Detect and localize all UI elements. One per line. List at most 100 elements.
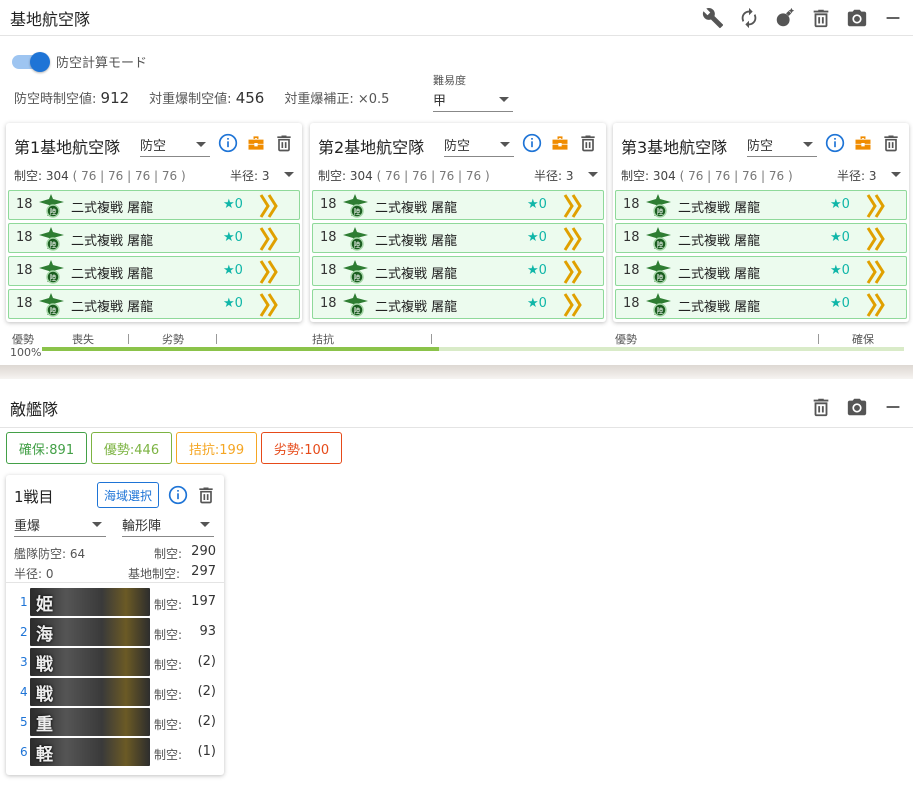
proficiency-icon bbox=[259, 260, 278, 284]
proficiency-icon bbox=[563, 227, 582, 251]
camera-icon[interactable] bbox=[845, 6, 869, 30]
formation-type-select[interactable]: 重爆 bbox=[14, 513, 106, 537]
info-icon[interactable] bbox=[168, 485, 188, 505]
plane-name: 二式複戦 屠龍 bbox=[71, 234, 154, 249]
formation-select[interactable]: 輪形陣 bbox=[122, 513, 214, 537]
base-radius[interactable]: 半径: 3 bbox=[534, 167, 574, 184]
plane-slot[interactable]: 18 陸 二式複戦 屠龍 ★0 bbox=[312, 256, 604, 286]
base-mode-value: 防空 bbox=[444, 139, 471, 154]
gauge-status: 優勢 bbox=[12, 333, 34, 346]
base-radius[interactable]: 半径: 3 bbox=[230, 167, 270, 184]
ship-air-label: 制空: bbox=[154, 598, 183, 612]
air-threshold-chip: 劣勢:100 bbox=[261, 432, 342, 464]
plane-slot[interactable]: 18 陸 二式複戦 屠龍 ★0 bbox=[8, 256, 300, 286]
chevron-down-icon[interactable] bbox=[588, 172, 598, 177]
base-name: 第2基地航空隊 bbox=[318, 138, 425, 157]
difficulty-dropdown[interactable]: 甲 bbox=[433, 88, 513, 112]
base-mode-select[interactable]: 防空 bbox=[444, 133, 514, 157]
plane-icon: 陸 bbox=[646, 293, 671, 317]
ship-air-value: 197 bbox=[191, 594, 216, 609]
toolbox-icon[interactable] bbox=[246, 133, 266, 153]
zone-supremacy: 確保 bbox=[852, 333, 874, 346]
trash-icon[interactable] bbox=[809, 6, 833, 30]
chevron-down-icon[interactable] bbox=[891, 172, 901, 177]
minimize-icon[interactable] bbox=[881, 395, 905, 419]
plane-slot[interactable]: 18 陸 二式複戦 屠龍 ★0 bbox=[615, 190, 907, 220]
trash-icon[interactable] bbox=[881, 133, 901, 153]
trash-icon[interactable] bbox=[578, 133, 598, 153]
base-radius[interactable]: 半径: 3 bbox=[837, 167, 877, 184]
base-air-power: 制空: 304 bbox=[621, 169, 676, 183]
bomb-icon[interactable] bbox=[773, 6, 797, 30]
plane-slot[interactable]: 18 陸 二式複戦 屠龍 ★0 bbox=[312, 223, 604, 253]
chevron-down-icon[interactable] bbox=[284, 172, 294, 177]
improvement-level: ★0 bbox=[223, 197, 243, 212]
toolbox-icon[interactable] bbox=[550, 133, 570, 153]
ship-banner[interactable]: 戦 bbox=[30, 648, 150, 676]
minimize-icon[interactable] bbox=[881, 6, 905, 30]
proficiency-icon bbox=[866, 260, 885, 284]
enemy-ship-row[interactable]: 3 戦 制空: (2) bbox=[6, 647, 224, 677]
ship-air-label: 制空: bbox=[154, 748, 183, 762]
plane-icon: 陸 bbox=[646, 227, 671, 251]
enemy-ship-row[interactable]: 4 戦 制空: (2) bbox=[6, 677, 224, 707]
correction-label: 対重爆補正: bbox=[284, 92, 354, 107]
base-mode-select[interactable]: 防空 bbox=[140, 133, 210, 157]
improvement-level: ★0 bbox=[527, 197, 547, 212]
refresh-icon[interactable] bbox=[737, 6, 761, 30]
air-threshold-chip: 確保:891 bbox=[6, 432, 87, 464]
plane-name: 二式複戦 屠龍 bbox=[678, 300, 761, 315]
defense-mode-toggle[interactable] bbox=[12, 51, 50, 72]
ship-banner[interactable]: 戦 bbox=[30, 678, 150, 706]
svg-text:陸: 陸 bbox=[50, 306, 57, 315]
trash-icon[interactable] bbox=[196, 485, 216, 505]
plane-slot[interactable]: 18 陸 二式複戦 屠龍 ★0 bbox=[312, 190, 604, 220]
enemy-header: 敵艦隊 bbox=[0, 386, 913, 428]
ship-banner[interactable]: 軽 bbox=[30, 738, 150, 766]
plane-slot[interactable]: 18 陸 二式複戦 屠龍 ★0 bbox=[8, 223, 300, 253]
slot-count: 18 bbox=[320, 263, 337, 278]
plane-slot[interactable]: 18 陸 二式複戦 屠龍 ★0 bbox=[8, 190, 300, 220]
plane-slot[interactable]: 18 陸 二式複戦 屠龍 ★0 bbox=[615, 289, 907, 319]
svg-text:陸: 陸 bbox=[50, 207, 57, 216]
plane-slot[interactable]: 18 陸 二式複戦 屠龍 ★0 bbox=[312, 289, 604, 319]
ship-banner[interactable]: 重 bbox=[30, 708, 150, 736]
enemy-ship-row[interactable]: 5 重 制空: (2) bbox=[6, 707, 224, 737]
camera-icon[interactable] bbox=[845, 395, 869, 419]
area-select-button[interactable]: 海域選択 bbox=[97, 482, 159, 508]
plane-slot[interactable]: 18 陸 二式複戦 屠龍 ★0 bbox=[615, 223, 907, 253]
svg-text:陸: 陸 bbox=[50, 273, 57, 282]
chevron-down-icon bbox=[200, 522, 210, 527]
trash-icon[interactable] bbox=[809, 395, 833, 419]
ship-banner[interactable]: 姫 bbox=[30, 588, 150, 616]
enemy-ship-row[interactable]: 2 海 制空: 93 bbox=[6, 617, 224, 647]
plane-slot[interactable]: 18 陸 二式複戦 屠龍 ★0 bbox=[8, 289, 300, 319]
info-icon[interactable] bbox=[825, 133, 845, 153]
plane-icon: 陸 bbox=[39, 260, 64, 284]
fleet-air-label: 制空: bbox=[154, 547, 183, 561]
plane-slot[interactable]: 18 陸 二式複戦 屠龍 ★0 bbox=[615, 256, 907, 286]
heavy-value: 456 bbox=[235, 89, 265, 107]
toolbox-icon[interactable] bbox=[853, 133, 873, 153]
improvement-level: ★0 bbox=[223, 263, 243, 278]
base-mode-select[interactable]: 防空 bbox=[747, 133, 817, 157]
enemy-ship-row[interactable]: 6 軽 制空: (1) bbox=[6, 737, 224, 767]
enemy-ship-row[interactable]: 1 姫 制空: 197 bbox=[6, 587, 224, 617]
plane-icon: 陸 bbox=[646, 260, 671, 284]
base-air-power: 制空: 304 bbox=[14, 169, 69, 183]
info-icon[interactable] bbox=[218, 133, 238, 153]
plane-icon: 陸 bbox=[39, 194, 64, 218]
improvement-level: ★0 bbox=[527, 296, 547, 311]
info-icon[interactable] bbox=[522, 133, 542, 153]
trash-icon[interactable] bbox=[274, 133, 294, 153]
plane-name: 二式複戦 屠龍 bbox=[375, 234, 458, 249]
ship-banner[interactable]: 海 bbox=[30, 618, 150, 646]
ship-type-glyph: 戦 bbox=[36, 685, 53, 705]
wrench-icon[interactable] bbox=[701, 6, 725, 30]
svg-text:陸: 陸 bbox=[657, 240, 664, 249]
base-name: 第3基地航空隊 bbox=[621, 138, 728, 157]
zone-superiority: 優勢 bbox=[615, 333, 637, 346]
zone-incapable: 劣勢 bbox=[162, 333, 184, 346]
difficulty-select[interactable]: 難易度 甲 bbox=[433, 72, 513, 112]
ship-air-value: (2) bbox=[197, 684, 216, 699]
